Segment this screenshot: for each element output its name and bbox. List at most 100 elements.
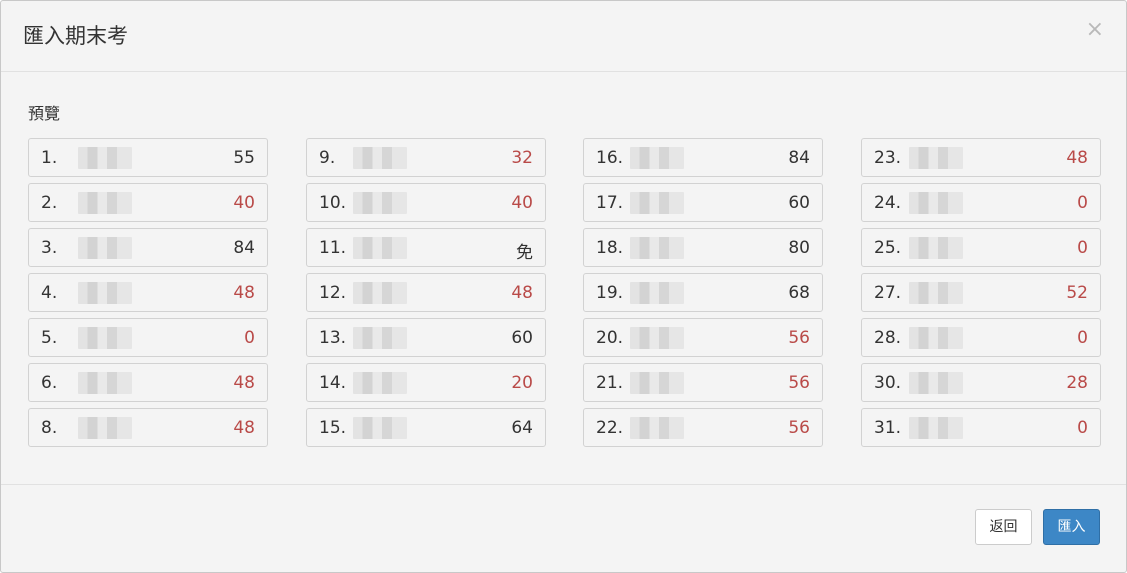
- student-score: 60: [511, 328, 533, 348]
- student-number: 17.: [596, 193, 624, 213]
- student-score: 40: [233, 193, 255, 213]
- student-number: 23.: [874, 148, 902, 168]
- student-name-redacted: [630, 192, 684, 214]
- student-number: 11.: [319, 238, 347, 258]
- student-score-item: 3. 84: [28, 228, 268, 267]
- student-score-item: 31. 0: [861, 408, 1101, 447]
- student-score: 60: [788, 193, 810, 213]
- student-score-item: 19. 68: [583, 273, 823, 312]
- student-number: 15.: [319, 418, 347, 438]
- dialog-footer: 返回 匯入: [1, 484, 1126, 572]
- student-number: 6.: [41, 373, 58, 393]
- student-number: 5.: [41, 328, 58, 348]
- student-name-redacted: [353, 192, 407, 214]
- score-column: 23. 48 24. 0 25. 0 27. 52 28. 0 30. 28 31. 0: [861, 138, 1101, 453]
- back-button[interactable]: 返回: [975, 509, 1032, 545]
- student-name-redacted: [630, 417, 684, 439]
- student-name-redacted: [353, 417, 407, 439]
- student-name-redacted: [909, 237, 963, 259]
- score-column: 9. 32 10. 40 11. 免 12. 48 13. 60 14. 20 15. 64: [306, 138, 546, 453]
- student-score: 20: [511, 373, 533, 393]
- student-score-item: 25. 0: [861, 228, 1101, 267]
- dialog-body: 預覽 1. 55 2. 40 3. 84 4. 48 5. 0 6. 48 8. 48 9. 32 10. 40 1…: [1, 72, 1126, 485]
- student-number: 18.: [596, 238, 624, 258]
- student-score: 48: [511, 283, 533, 303]
- student-score-item: 13. 60: [306, 318, 546, 357]
- student-name-redacted: [353, 327, 407, 349]
- student-number: 21.: [596, 373, 624, 393]
- student-name-redacted: [353, 282, 407, 304]
- student-score: 0: [1077, 238, 1088, 258]
- student-score: 48: [1066, 148, 1088, 168]
- student-score-item: 23. 48: [861, 138, 1101, 177]
- student-name-redacted: [909, 417, 963, 439]
- student-score-item: 5. 0: [28, 318, 268, 357]
- import-final-exam-dialog: 匯入期末考 × 預覽 1. 55 2. 40 3. 84 4. 48 5. 0 6. 48 8. 48 9.…: [0, 0, 1127, 573]
- student-score-item: 1. 55: [28, 138, 268, 177]
- student-score: 84: [233, 238, 255, 258]
- score-column: 1. 55 2. 40 3. 84 4. 48 5. 0 6. 48 8. 48: [28, 138, 268, 453]
- student-score-item: 17. 60: [583, 183, 823, 222]
- student-score: 32: [511, 148, 533, 168]
- student-name-redacted: [78, 372, 132, 394]
- student-number: 3.: [41, 238, 58, 258]
- student-number: 20.: [596, 328, 624, 348]
- student-score: 免: [516, 243, 533, 263]
- student-name-redacted: [78, 327, 132, 349]
- student-name-redacted: [909, 147, 963, 169]
- student-score-item: 14. 20: [306, 363, 546, 402]
- student-score-item: 18. 80: [583, 228, 823, 267]
- student-name-redacted: [78, 192, 132, 214]
- student-number: 19.: [596, 283, 624, 303]
- student-score-item: 11. 免: [306, 228, 546, 267]
- student-score: 56: [788, 328, 810, 348]
- student-name-redacted: [909, 372, 963, 394]
- student-score-item: 2. 40: [28, 183, 268, 222]
- student-score-item: 27. 52: [861, 273, 1101, 312]
- student-number: 25.: [874, 238, 902, 258]
- student-name-redacted: [909, 282, 963, 304]
- student-name-redacted: [630, 372, 684, 394]
- student-name-redacted: [630, 282, 684, 304]
- student-score: 48: [233, 283, 255, 303]
- student-name-redacted: [630, 237, 684, 259]
- student-score-item: 6. 48: [28, 363, 268, 402]
- student-score: 28: [1066, 373, 1088, 393]
- student-number: 30.: [874, 373, 902, 393]
- dialog-title: 匯入期末考: [23, 24, 128, 48]
- student-name-redacted: [78, 237, 132, 259]
- close-icon[interactable]: ×: [1086, 19, 1104, 41]
- student-name-redacted: [78, 417, 132, 439]
- student-number: 27.: [874, 283, 902, 303]
- student-score: 80: [788, 238, 810, 258]
- student-number: 13.: [319, 328, 347, 348]
- student-name-redacted: [630, 327, 684, 349]
- student-name-redacted: [353, 147, 407, 169]
- student-number: 2.: [41, 193, 58, 213]
- import-button[interactable]: 匯入: [1043, 509, 1100, 545]
- student-score: 64: [511, 418, 533, 438]
- student-score: 0: [1077, 418, 1088, 438]
- student-score-item: 28. 0: [861, 318, 1101, 357]
- student-score: 56: [788, 373, 810, 393]
- dialog-header: 匯入期末考 ×: [1, 1, 1126, 72]
- student-name-redacted: [909, 327, 963, 349]
- student-score: 0: [1077, 193, 1088, 213]
- student-score: 68: [788, 283, 810, 303]
- student-score-item: 22. 56: [583, 408, 823, 447]
- student-score-item: 9. 32: [306, 138, 546, 177]
- student-name-redacted: [909, 192, 963, 214]
- student-score-item: 30. 28: [861, 363, 1101, 402]
- score-column: 16. 84 17. 60 18. 80 19. 68 20. 56 21. 56 22. 56: [583, 138, 823, 453]
- student-score: 55: [233, 148, 255, 168]
- student-number: 8.: [41, 418, 58, 438]
- student-score-item: 12. 48: [306, 273, 546, 312]
- student-name-redacted: [353, 372, 407, 394]
- student-number: 9.: [319, 148, 336, 168]
- student-score: 0: [244, 328, 255, 348]
- student-name-redacted: [78, 282, 132, 304]
- student-score-item: 24. 0: [861, 183, 1101, 222]
- student-number: 28.: [874, 328, 902, 348]
- student-score-item: 4. 48: [28, 273, 268, 312]
- student-score-item: 8. 48: [28, 408, 268, 447]
